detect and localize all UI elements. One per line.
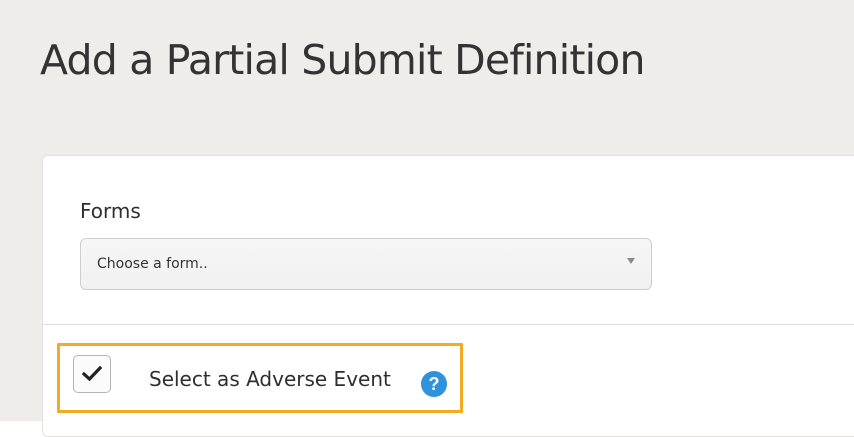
adverse-event-label[interactable]: Select as Adverse Event (149, 367, 391, 391)
page-background: Add a Partial Submit Definition Forms Ch… (0, 0, 854, 437)
section-divider (43, 324, 854, 325)
forms-select[interactable]: Choose a form.. (80, 238, 652, 290)
page-title: Add a Partial Submit Definition (40, 36, 645, 84)
dropdown-arrow-icon (627, 258, 635, 264)
forms-select-value: Choose a form.. (97, 256, 208, 272)
forms-label: Forms (80, 199, 141, 223)
question-circle-icon[interactable]: ? (421, 371, 447, 397)
checkmark-icon (82, 366, 102, 382)
adverse-event-checkbox[interactable] (73, 355, 111, 393)
form-panel: Forms Choose a form.. Select as Adverse … (42, 155, 854, 437)
